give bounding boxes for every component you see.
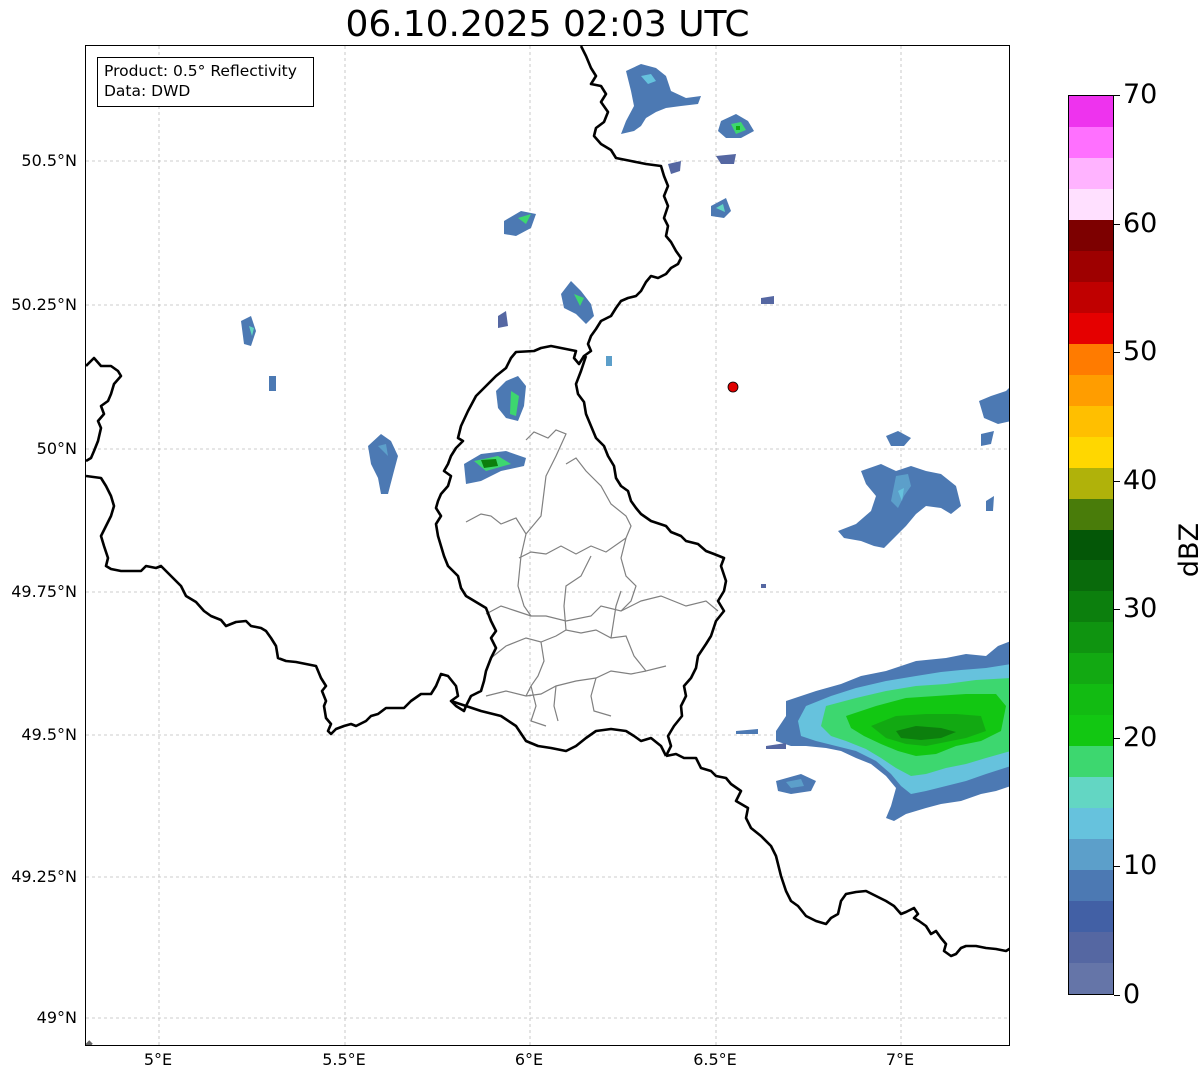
- colorbar-tick-label: 30: [1123, 593, 1158, 625]
- colorbar-segment: [1069, 745, 1113, 778]
- colorbar-tick: [1114, 995, 1120, 996]
- colorbar-segment: [1069, 188, 1113, 220]
- colorbar-segment: [1069, 126, 1113, 158]
- colorbar-segment: [1069, 776, 1113, 809]
- colorbar-segment: [1069, 652, 1113, 685]
- colorbar-tick-label: 40: [1123, 464, 1158, 496]
- district-borders: [465, 429, 719, 727]
- product-text: Product: 0.5° Reflectivity: [104, 62, 297, 80]
- colorbar-title: dBZ: [1174, 522, 1202, 578]
- colorbar-segment: [1069, 436, 1113, 468]
- lat-label-49.75: 49.75°N: [11, 582, 77, 601]
- colorbar-segment: [1069, 250, 1113, 282]
- colorbar-segment: [1069, 962, 1113, 994]
- lat-label-50.5: 50.5°N: [21, 151, 77, 170]
- colorbar-segment: [1069, 219, 1113, 251]
- colorbar-segment: [1069, 621, 1113, 654]
- colorbar-segment: [1069, 838, 1113, 871]
- lat-label-49.5: 49.5°N: [21, 725, 77, 744]
- radar-map[interactable]: [85, 45, 1010, 1046]
- map-title: 06.10.2025 02:03 UTC: [345, 4, 750, 45]
- colorbar-tick: [1114, 866, 1120, 868]
- lon-label-5: 5°E: [143, 1050, 173, 1069]
- data-source-text: Data: DWD: [104, 82, 191, 100]
- colorbar-segment: [1069, 374, 1113, 406]
- lon-label-6: 6°E: [514, 1050, 544, 1069]
- colorbar-tick: [1114, 95, 1120, 96]
- colorbar-segment: [1069, 683, 1113, 716]
- colorbar-tick-label: 10: [1123, 850, 1158, 882]
- lon-label-5.5: 5.5°E: [322, 1050, 366, 1069]
- lon-label-7: 7°E: [885, 1050, 915, 1069]
- colorbar-segment: [1069, 281, 1113, 313]
- colorbar-segment: [1069, 467, 1113, 499]
- colorbar-tick: [1114, 352, 1120, 354]
- lat-label-49.25: 49.25°N: [11, 867, 77, 886]
- colorbar-tick: [1114, 609, 1120, 611]
- colorbar-segment: [1069, 807, 1113, 840]
- radar-echoes: [241, 64, 1009, 821]
- colorbar-segment: [1069, 157, 1113, 189]
- colorbar-segment: [1069, 559, 1113, 592]
- map-gridlines: [86, 46, 1009, 1045]
- lon-label-6.5: 6.5°E: [693, 1050, 737, 1069]
- colorbar-segment: [1069, 96, 1113, 127]
- colorbar-segment: [1069, 900, 1113, 933]
- colorbar-tick-label: 70: [1123, 79, 1158, 110]
- colorbar-tick: [1114, 480, 1120, 482]
- colorbar-segment: [1069, 343, 1113, 375]
- colorbar-tick-label: 50: [1123, 336, 1158, 368]
- colorbar-segment: [1069, 931, 1113, 964]
- national-borders: [86, 46, 1009, 1045]
- colorbar-tick-label: 60: [1123, 207, 1158, 239]
- colorbar-tick-label: 20: [1123, 721, 1158, 753]
- colorbar-tick-label: 0: [1123, 979, 1141, 1010]
- colorbar-segment: [1069, 497, 1113, 530]
- colorbar-segment: [1069, 405, 1113, 437]
- dbz-colorbar: [1068, 95, 1114, 995]
- lat-label-50.25: 50.25°N: [11, 295, 77, 314]
- product-info-box: Product: 0.5° Reflectivity Data: DWD: [97, 57, 314, 107]
- colorbar-segment: [1069, 590, 1113, 623]
- radar-site-marker: [727, 381, 739, 393]
- colorbar-tick: [1114, 737, 1120, 739]
- lat-label-49: 49°N: [36, 1008, 77, 1027]
- map-canvas: [86, 46, 1009, 1045]
- colorbar-tick: [1114, 223, 1120, 225]
- colorbar-segment: [1069, 869, 1113, 902]
- colorbar-segment: [1069, 528, 1113, 561]
- colorbar-segment: [1069, 714, 1113, 747]
- colorbar-segment: [1069, 312, 1113, 344]
- lat-label-50: 50°N: [36, 439, 77, 458]
